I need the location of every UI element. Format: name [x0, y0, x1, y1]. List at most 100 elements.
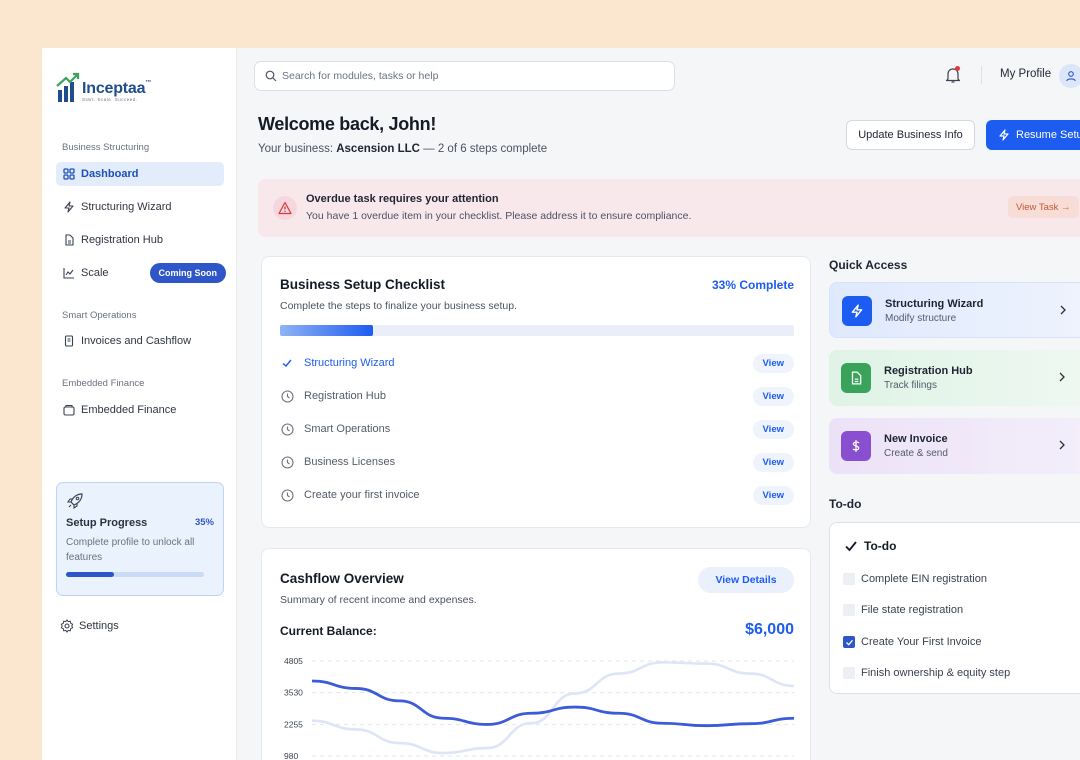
- quick-access-new-invoice[interactable]: New Invoice Create & send: [829, 418, 1080, 474]
- business-prefix: Your business:: [258, 143, 334, 155]
- y-tick-label: 4805: [284, 656, 303, 666]
- page-title: Welcome back, John!: [258, 114, 437, 134]
- checklist-subtitle: Complete the steps to finalize your busi…: [280, 300, 517, 312]
- chart-icon: [63, 267, 75, 279]
- checklist-percent: 33% Complete: [711, 278, 794, 292]
- checklist-step[interactable]: Business Licenses View: [280, 452, 794, 472]
- progress-bar: [66, 572, 204, 577]
- step-view-button[interactable]: View: [752, 354, 794, 373]
- coming-soon-badge: Coming Soon: [149, 263, 226, 283]
- search-icon: [265, 70, 277, 82]
- todo-item[interactable]: Create Your First Invoice: [843, 636, 981, 648]
- check-icon: [280, 356, 294, 370]
- step-view-button[interactable]: View: [752, 387, 794, 406]
- todo-card-title: To-do: [844, 539, 896, 553]
- checklist-step[interactable]: Registration Hub View: [280, 386, 794, 406]
- progress-bar-fill: [66, 572, 115, 577]
- step-label: Create your first invoice: [304, 489, 420, 501]
- sidebar-item-structuring-wizard[interactable]: Structuring Wizard: [56, 195, 224, 219]
- checklist-step[interactable]: Smart Operations View: [280, 419, 794, 439]
- resume-setup-label: Resume Setup: [1016, 129, 1080, 141]
- series-line-secondary: [311, 661, 795, 755]
- quick-access-subtitle: Modify structure: [885, 313, 957, 324]
- setup-progress-card[interactable]: Setup Progress 35% Complete profile to u…: [56, 482, 224, 596]
- bolt-icon: [999, 129, 1009, 141]
- todo-item[interactable]: Finish ownership & equity step: [843, 667, 1010, 679]
- search-placeholder: Search for modules, tasks or help: [282, 70, 439, 82]
- notification-dot: [955, 66, 960, 71]
- rocket-icon: [66, 493, 83, 510]
- sidebar-item-registration-hub[interactable]: Registration Hub: [56, 228, 224, 252]
- search-input[interactable]: Search for modules, tasks or help: [254, 61, 675, 91]
- checklist-progress-bar: [280, 325, 794, 336]
- business-name: Ascension LLC: [336, 143, 420, 155]
- step-label: Smart Operations: [304, 423, 391, 435]
- y-tick-label: 3530: [284, 688, 303, 698]
- checkbox[interactable]: [843, 667, 855, 679]
- document-icon: [63, 234, 75, 246]
- checkbox[interactable]: [843, 604, 855, 616]
- checklist-step[interactable]: Structuring Wizard View: [280, 353, 794, 373]
- business-summary: Your business: Ascension LLC — 2 of 6 st…: [258, 143, 547, 155]
- update-business-button[interactable]: Update Business Info: [846, 120, 975, 150]
- checklist-step[interactable]: Create your first invoice View: [280, 485, 794, 505]
- todo-label: Complete EIN registration: [861, 573, 987, 585]
- grid-icon: [63, 168, 75, 180]
- todo-title-label: To-do: [864, 539, 897, 553]
- section-embedded-finance: Embedded Finance: [62, 378, 145, 389]
- checkbox-checked[interactable]: [843, 636, 855, 648]
- checkbox[interactable]: [843, 573, 855, 585]
- todo-label: Finish ownership & equity step: [861, 667, 1011, 679]
- todo-label: File state registration: [861, 604, 964, 616]
- avatar[interactable]: [1059, 64, 1080, 88]
- todo-label: Create Your First Invoice: [861, 636, 982, 648]
- wallet-icon: [63, 404, 75, 416]
- warning-icon: [273, 196, 297, 220]
- settings-link[interactable]: Settings: [60, 619, 119, 633]
- app-window: Inceptaa™ Start. Scale. Succeed. Busines…: [42, 48, 1080, 760]
- sidebar-item-label: Embedded Finance: [81, 404, 177, 416]
- bolt-icon: [842, 296, 872, 326]
- step-view-button[interactable]: View: [752, 420, 794, 439]
- view-details-button[interactable]: View Details: [698, 567, 794, 593]
- checklist-progress-fill: [280, 325, 373, 336]
- checklist-title: Business Setup Checklist: [280, 277, 446, 292]
- clock-icon: [280, 488, 294, 502]
- logo-icon: [56, 72, 80, 102]
- quick-access-subtitle: Create & send: [884, 448, 948, 459]
- document-icon: [841, 363, 871, 393]
- sidebar-item-embedded-finance[interactable]: Embedded Finance: [56, 398, 224, 422]
- profile-link[interactable]: My Profile: [1000, 68, 1051, 80]
- sidebar-item-scale[interactable]: Scale Coming Soon: [56, 261, 226, 285]
- todo-item[interactable]: File state registration: [843, 604, 963, 616]
- sidebar-item-label: Scale: [81, 267, 109, 279]
- clock-icon: [280, 455, 294, 469]
- quick-access-subtitle: Track filings: [884, 380, 937, 391]
- step-view-button[interactable]: View: [752, 486, 794, 505]
- resume-setup-button[interactable]: Resume Setup: [986, 120, 1080, 150]
- cashflow-title: Cashflow Overview: [280, 571, 404, 586]
- sidebar-item-dashboard[interactable]: Dashboard: [56, 162, 224, 186]
- section-business-structuring: Business Structuring: [62, 142, 150, 153]
- receipt-icon: [63, 335, 75, 347]
- brand-logo[interactable]: Inceptaa™ Start. Scale. Succeed.: [56, 72, 151, 102]
- quick-access-title: Registration Hub: [884, 365, 973, 377]
- cashflow-subtitle: Summary of recent income and expenses.: [280, 594, 477, 606]
- divider: [981, 66, 982, 84]
- quick-access-registration-hub[interactable]: Registration Hub Track filings: [829, 350, 1080, 406]
- view-task-button[interactable]: View Task →: [1008, 196, 1079, 218]
- quick-access-heading: Quick Access: [829, 258, 908, 272]
- bolt-icon: [63, 201, 75, 213]
- clock-icon: [280, 389, 294, 403]
- step-label: Structuring Wizard: [304, 357, 395, 369]
- dollar-icon: [841, 431, 871, 461]
- quick-access-structuring-wizard[interactable]: Structuring Wizard Modify structure: [829, 282, 1080, 338]
- series-line-primary: [311, 679, 795, 728]
- chevron-right-icon: [1060, 305, 1066, 315]
- alert-text: You have 1 overdue item in your checklis…: [306, 210, 692, 222]
- step-view-button[interactable]: View: [752, 453, 794, 472]
- todo-item[interactable]: Complete EIN registration: [843, 573, 987, 585]
- cashflow-card: Cashflow Overview Summary of recent inco…: [261, 548, 811, 760]
- balance-label: Current Balance:: [280, 624, 377, 638]
- sidebar-item-invoices[interactable]: Invoices and Cashflow: [56, 329, 224, 353]
